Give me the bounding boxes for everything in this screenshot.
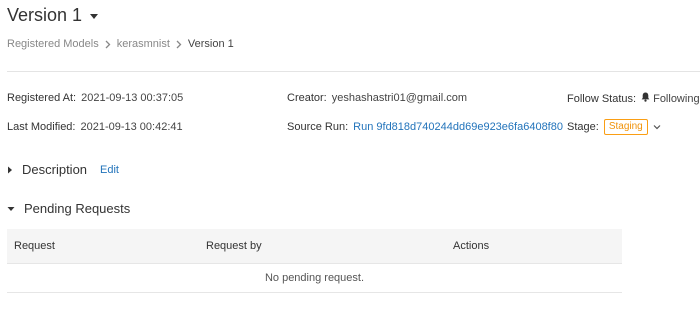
pending-requests-table: Request Request by Actions No pending re… [7,229,622,293]
chevron-right-icon [176,40,182,49]
stage-badge[interactable]: Staging [603,119,648,135]
bell-icon[interactable] [641,92,650,105]
chevron-down-icon[interactable] [653,124,661,130]
registered-at: Registered At: 2021-09-13 00:37:05 [7,92,183,104]
source-run: Source Run: Run 9fd818d740244dd69e923e6f… [287,121,563,133]
breadcrumb-version: Version 1 [187,38,234,50]
last-modified-value: 2021-09-13 00:42:41 [80,121,183,133]
column-actions: Actions [453,240,490,252]
creator-value: yeshashastri01@gmail.com [331,92,468,104]
breadcrumb-model-name[interactable]: kerasmnist [117,38,170,50]
column-request-by: Request by [206,240,262,252]
registered-at-value: 2021-09-13 00:37:05 [81,92,184,104]
follow-status: Follow Status: Following [567,92,700,105]
last-modified: Last Modified: 2021-09-13 00:42:41 [7,121,183,133]
creator-label: Creator: [287,92,327,104]
table-empty-row: No pending request. [7,264,622,293]
stage: Stage: Staging [567,119,661,135]
source-run-label: Source Run: [287,121,349,133]
follow-status-label: Follow Status: [567,92,637,105]
column-request: Request [14,240,55,252]
source-run-link[interactable]: Run 9fd818d740244dd69e923e6fa6408f80 [353,121,563,133]
caret-right-icon[interactable] [7,166,13,174]
caret-down-icon[interactable] [7,206,15,212]
stage-label: Stage: [567,121,599,133]
version-title-dropdown[interactable]: Version 1 [7,5,99,26]
header-divider [7,71,700,72]
last-modified-label: Last Modified: [7,121,76,133]
table-header: Request Request by Actions [7,229,622,264]
breadcrumb: Registered Models kerasmnist Version 1 [7,38,234,50]
follow-status-value[interactable]: Following [653,93,699,105]
breadcrumb-registered-models[interactable]: Registered Models [7,38,99,50]
description-title: Description [22,162,88,177]
caret-down-icon[interactable] [90,13,99,19]
pending-requests-section-header[interactable]: Pending Requests [7,201,130,216]
empty-state-text: No pending request. [264,272,365,284]
description-edit-link[interactable]: Edit [100,164,119,176]
pending-requests-title: Pending Requests [24,201,131,216]
creator: Creator: yeshashastri01@gmail.com [287,92,467,104]
registered-at-label: Registered At: [7,92,77,104]
page-title: Version 1 [7,5,83,25]
description-section-header[interactable]: Description Edit [7,162,119,177]
chevron-right-icon [105,40,111,49]
